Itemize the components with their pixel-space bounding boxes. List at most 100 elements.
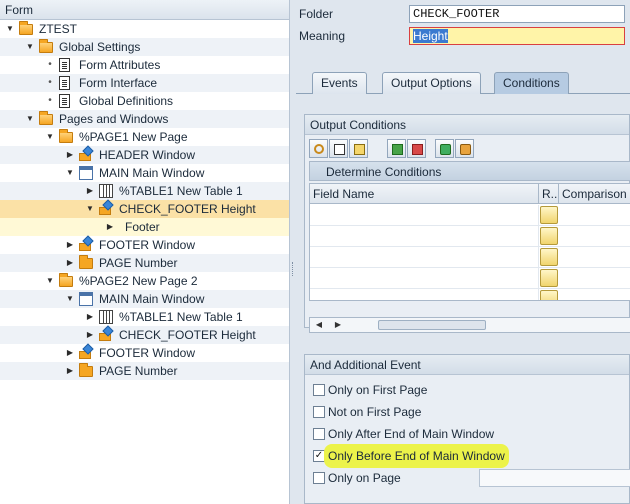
collapse-node-icon[interactable]: ▼: [25, 110, 35, 128]
table-row[interactable]: [310, 205, 630, 226]
event-option[interactable]: ✓ Only Before End of Main Window: [313, 446, 630, 466]
paste-icon[interactable]: [349, 139, 368, 158]
event-checkbox[interactable]: [313, 428, 325, 440]
event-checkbox[interactable]: ✓: [313, 450, 325, 462]
scroll-right-icon[interactable]: ▶: [332, 318, 344, 332]
event-checkbox[interactable]: [313, 406, 325, 418]
tab-conditions[interactable]: Conditions: [494, 72, 569, 94]
expand-node-icon[interactable]: ▶: [65, 344, 75, 362]
scroll-thumb[interactable]: [378, 320, 486, 330]
collapse-node-icon[interactable]: ▼: [25, 38, 35, 56]
expand-node-icon[interactable]: ▶: [65, 362, 75, 380]
delete-row-icon[interactable]: [407, 139, 426, 158]
insert-row-icon[interactable]: [387, 139, 406, 158]
expand-node-icon[interactable]: ▶: [65, 236, 75, 254]
page-number-input[interactable]: [479, 469, 630, 487]
tab-output-options[interactable]: Output Options: [382, 72, 481, 94]
tree-node[interactable]: ▶ PAGE Number: [0, 254, 289, 272]
meaning-input[interactable]: Height: [409, 27, 625, 45]
tree-node[interactable]: ▼ Pages and Windows: [0, 110, 289, 128]
main-window-icon: [79, 292, 93, 306]
tree-node[interactable]: ▶ %TABLE1 New Table 1: [0, 308, 289, 326]
collapse-icon[interactable]: [455, 139, 474, 158]
tab-events[interactable]: Events: [312, 72, 367, 94]
relation-button[interactable]: [540, 269, 558, 287]
tree-node[interactable]: ▼ Global Settings: [0, 38, 289, 56]
event-checkbox[interactable]: [313, 472, 325, 484]
expand-node-icon[interactable]: ▶: [85, 182, 95, 200]
table-row[interactable]: [310, 289, 630, 300]
bullet-icon: •: [48, 59, 52, 70]
expand-node-icon[interactable]: ▶: [65, 254, 75, 272]
tree-node[interactable]: ▶ CHECK_FOOTER Height: [0, 325, 289, 344]
tree-node[interactable]: ▼ %PAGE2 New Page 2: [0, 272, 289, 290]
tree-node-label: MAIN Main Window: [99, 292, 205, 306]
relation-button[interactable]: [540, 290, 558, 300]
additional-event-title: And Additional Event: [305, 355, 629, 375]
tree-node[interactable]: ▶ PAGE Number: [0, 362, 289, 380]
field-name-cell[interactable]: [310, 247, 539, 268]
event-checkbox[interactable]: [313, 384, 325, 396]
tree-node[interactable]: ▼ ZTEST: [0, 20, 289, 38]
event-option[interactable]: Not on First Page: [313, 402, 630, 422]
comparison-value-cell[interactable]: [559, 289, 630, 300]
event-option[interactable]: Only on Page: [313, 468, 630, 488]
collapse-node-icon[interactable]: ▼: [45, 272, 55, 290]
tree-node[interactable]: ▶ Footer: [0, 218, 289, 236]
bullet-icon: •: [48, 95, 52, 106]
tree-node[interactable]: ▼ %PAGE1 New Page: [0, 128, 289, 146]
grid-horizontal-scrollbar[interactable]: ◀ ▶: [309, 317, 630, 333]
event-option[interactable]: Only After End of Main Window: [313, 424, 630, 444]
expand-node-icon[interactable]: ▶: [65, 146, 75, 164]
col-comparison-value[interactable]: Comparison V: [559, 184, 630, 204]
condition-icon: [99, 199, 115, 216]
tree-node[interactable]: ▼ CHECK_FOOTER Height: [0, 199, 289, 218]
comparison-value-cell[interactable]: [559, 205, 630, 226]
tree-node[interactable]: ▼ MAIN Main Window: [0, 164, 289, 182]
scroll-left-icon[interactable]: ◀: [313, 318, 325, 332]
comparison-value-cell[interactable]: [559, 226, 630, 247]
window-icon: [79, 145, 95, 162]
comparison-value-cell[interactable]: [559, 247, 630, 268]
cut-icon[interactable]: [309, 139, 328, 158]
expand-node-icon[interactable]: ▶: [105, 218, 115, 236]
tree-node[interactable]: • Form Interface: [0, 74, 289, 92]
tree-node-label: ZTEST: [39, 22, 77, 36]
field-name-cell[interactable]: [310, 268, 539, 289]
table-row[interactable]: [310, 268, 630, 289]
comparison-value-cell[interactable]: [559, 268, 630, 289]
tree-node[interactable]: ▶ FOOTER Window: [0, 343, 289, 362]
collapse-node-icon[interactable]: ▼: [65, 290, 75, 308]
expand-icon[interactable]: [435, 139, 454, 158]
folder-input[interactable]: CHECK_FOOTER: [409, 5, 625, 23]
tree-node[interactable]: ▶ %TABLE1 New Table 1: [0, 182, 289, 200]
collapse-node-icon[interactable]: ▼: [45, 128, 55, 146]
field-name-cell[interactable]: [310, 226, 539, 247]
collapse-node-icon[interactable]: ▼: [65, 164, 75, 182]
collapse-node-icon[interactable]: ▼: [85, 200, 95, 218]
tree-node[interactable]: • Form Attributes: [0, 56, 289, 74]
field-name-cell[interactable]: [310, 205, 539, 226]
expand-node-icon[interactable]: ▶: [85, 308, 95, 326]
table-row[interactable]: [310, 247, 630, 268]
relation-button[interactable]: [540, 227, 558, 245]
tree-node[interactable]: ▼ MAIN Main Window: [0, 290, 289, 308]
event-option-label: Only After End of Main Window: [328, 427, 495, 441]
field-name-cell[interactable]: [310, 289, 539, 300]
tree-node-label: PAGE Number: [99, 364, 178, 378]
relation-button[interactable]: [540, 206, 558, 224]
table-icon: [99, 310, 113, 324]
tree-node[interactable]: ▶ FOOTER Window: [0, 235, 289, 254]
tree-node[interactable]: ▶ HEADER Window: [0, 145, 289, 164]
event-option[interactable]: Only on First Page: [313, 380, 630, 400]
copy-icon[interactable]: [329, 139, 348, 158]
document-icon: [59, 94, 70, 108]
collapse-node-icon[interactable]: ▼: [5, 20, 15, 38]
table-row[interactable]: [310, 226, 630, 247]
meaning-value: Height: [413, 29, 448, 43]
col-relation[interactable]: R..: [539, 184, 559, 204]
relation-button[interactable]: [540, 248, 558, 266]
expand-node-icon[interactable]: ▶: [85, 326, 95, 344]
tree-node[interactable]: • Global Definitions: [0, 92, 289, 110]
col-field-name[interactable]: Field Name: [310, 184, 539, 204]
